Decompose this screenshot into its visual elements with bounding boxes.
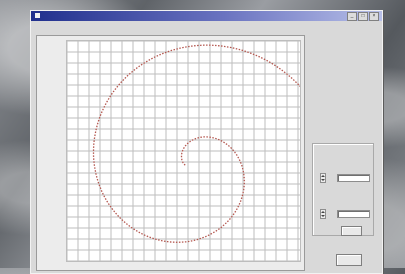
close-icon[interactable]: × <box>369 12 379 21</box>
window-title-bar[interactable]: _ □ × <box>31 11 382 21</box>
app-icon <box>35 13 40 18</box>
main-window: _ □ × <box>30 10 383 274</box>
minimize-icon[interactable]: _ <box>347 12 357 21</box>
field-2-spinner[interactable] <box>320 209 326 219</box>
maximize-icon[interactable]: □ <box>358 12 368 21</box>
window-controls: _ □ × <box>347 12 379 21</box>
apply-button[interactable] <box>341 226 362 236</box>
y-axis-labels <box>38 42 60 260</box>
plot-canvas <box>66 40 301 262</box>
grid-plot <box>67 41 300 261</box>
x-axis-labels <box>66 263 299 268</box>
plot-panel <box>36 35 305 271</box>
settings-group <box>312 143 374 236</box>
field-1-spinner[interactable] <box>320 173 326 183</box>
field-1-input[interactable] <box>337 174 370 182</box>
field-2-input[interactable] <box>337 210 370 218</box>
control-panel <box>306 35 376 269</box>
bottom-button[interactable] <box>336 254 362 266</box>
menu-bar <box>31 21 382 30</box>
